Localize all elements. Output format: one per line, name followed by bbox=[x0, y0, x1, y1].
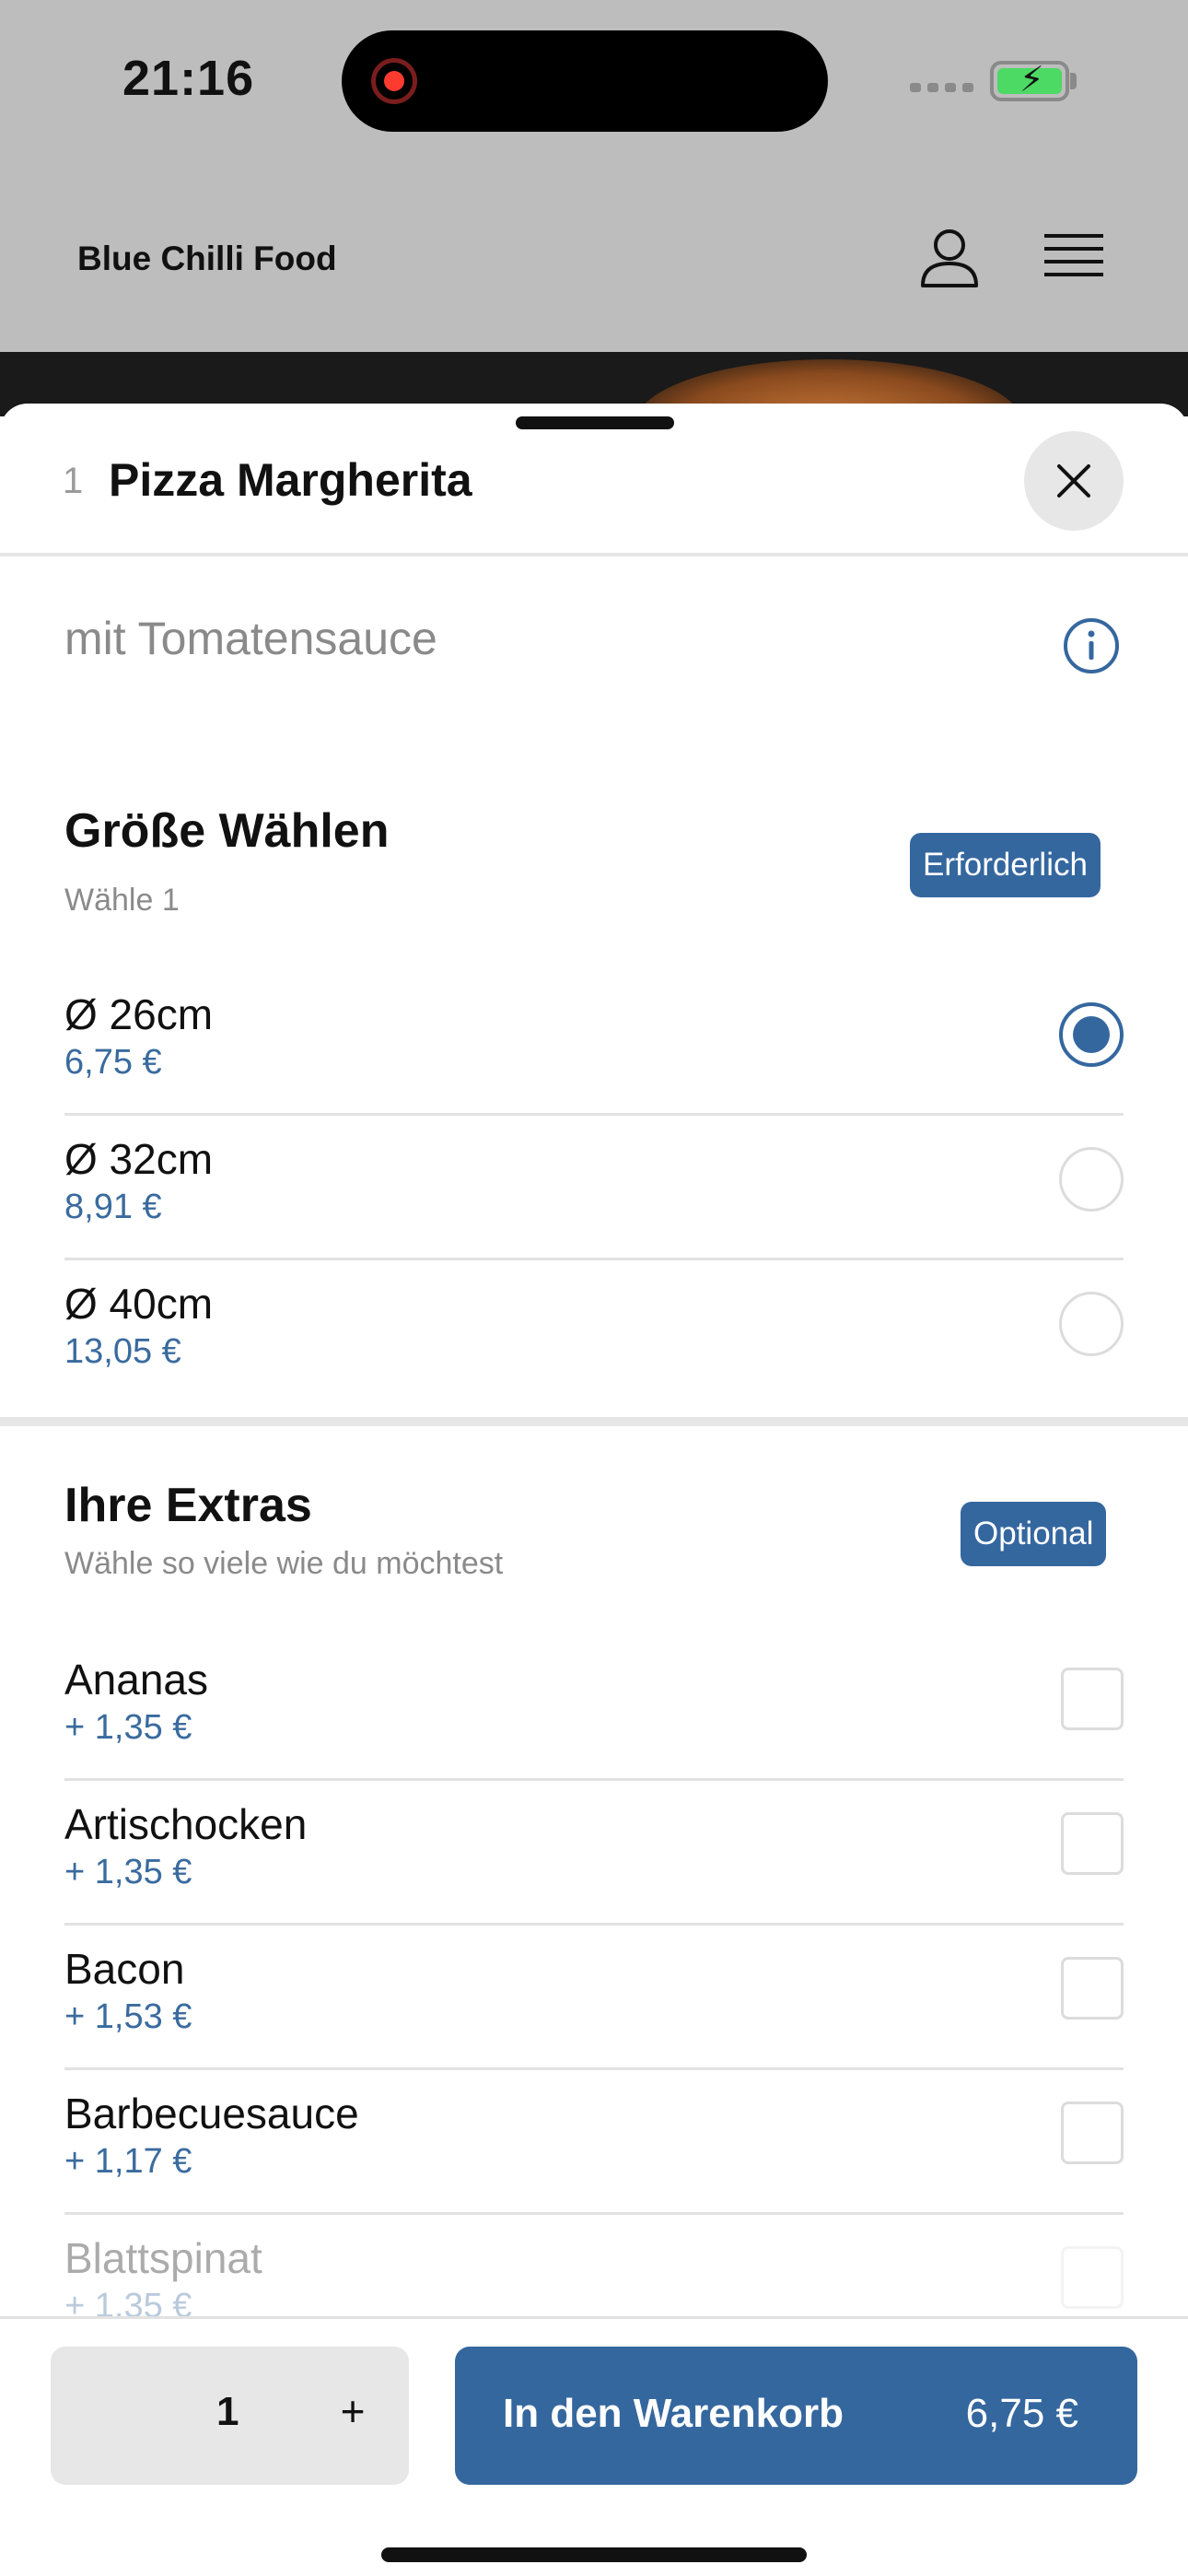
background-app: 21:16 ⚡ Blue Chilli Food bbox=[0, 0, 1188, 405]
extra-option-price: + 1,35 € bbox=[64, 1708, 192, 1747]
bottom-action-bar: 1 + In den Warenkorb 6,75 € bbox=[0, 2316, 1188, 2576]
dynamic-island bbox=[342, 30, 828, 132]
app-title: Blue Chilli Food bbox=[77, 240, 337, 277]
extras-section-title: Ihre Extras bbox=[64, 1479, 312, 1532]
size-option-price: 6,75 € bbox=[64, 1043, 162, 1082]
item-description: mit Tomatensauce bbox=[64, 613, 437, 664]
product-sheet: 1 Pizza Margherita mit Tomatensauce Größ… bbox=[0, 404, 1188, 2576]
close-icon bbox=[1057, 464, 1090, 498]
home-indicator bbox=[381, 2547, 807, 2562]
size-option-40[interactable]: Ø 40cm 13,05 € bbox=[64, 1260, 1124, 1405]
extra-option-name: Ananas bbox=[64, 1656, 209, 1704]
user-icon[interactable] bbox=[917, 225, 982, 289]
size-section-subtitle: Wähle 1 bbox=[64, 883, 180, 918]
size-radio[interactable] bbox=[1059, 1292, 1124, 1356]
add-to-cart-price: 6,75 € bbox=[965, 2391, 1078, 2436]
extras-section-subtitle: Wähle so viele wie du möchtest bbox=[64, 1546, 504, 1581]
extra-option-artischocken[interactable]: Artischocken + 1,35 € bbox=[64, 1781, 1124, 1926]
item-title: Pizza Margherita bbox=[109, 454, 472, 506]
extra-checkbox[interactable] bbox=[1061, 2102, 1124, 2164]
optional-badge: Optional bbox=[961, 1502, 1107, 1566]
extra-option-bacon[interactable]: Bacon + 1,53 € bbox=[64, 1926, 1124, 2070]
required-badge: Erforderlich bbox=[910, 833, 1101, 897]
info-icon[interactable] bbox=[1063, 617, 1120, 674]
add-to-cart-label: In den Warenkorb bbox=[503, 2391, 844, 2436]
size-radio-selected[interactable] bbox=[1059, 1002, 1124, 1067]
quantity-stepper[interactable]: 1 + bbox=[51, 2347, 409, 2485]
extra-option-barbecuesauce[interactable]: Barbecuesauce + 1,17 € bbox=[64, 2070, 1124, 2215]
size-section-title: Größe Wählen bbox=[64, 804, 390, 858]
extra-checkbox[interactable] bbox=[1061, 1668, 1124, 1730]
extra-checkbox[interactable] bbox=[1061, 1957, 1124, 2020]
sheet-header: 1 Pizza Margherita bbox=[0, 404, 1188, 556]
extra-option-price: + 1,35 € bbox=[64, 1853, 192, 1891]
size-option-name: Ø 40cm bbox=[64, 1280, 214, 1328]
battery-icon: ⚡ bbox=[990, 61, 1069, 101]
extra-option-name: Bacon bbox=[64, 1945, 185, 1993]
extra-option-name: Artischocken bbox=[64, 1800, 308, 1848]
size-option-name: Ø 32cm bbox=[64, 1135, 214, 1183]
signal-icon bbox=[910, 83, 973, 92]
status-time: 21:16 bbox=[122, 51, 255, 106]
section-divider bbox=[0, 1417, 1188, 1426]
size-option-32[interactable]: Ø 32cm 8,91 € bbox=[64, 1116, 1124, 1260]
menu-icon[interactable] bbox=[1044, 230, 1103, 284]
extra-option-price: + 1,17 € bbox=[64, 2142, 192, 2181]
extra-option-name: Barbecuesauce bbox=[64, 2090, 359, 2137]
close-button[interactable] bbox=[1024, 431, 1124, 531]
extra-checkbox[interactable] bbox=[1061, 1812, 1124, 1875]
add-to-cart-button[interactable]: In den Warenkorb 6,75 € bbox=[455, 2347, 1137, 2485]
extra-option-ananas[interactable]: Ananas + 1,35 € bbox=[64, 1636, 1124, 1781]
size-option-26[interactable]: Ø 26cm 6,75 € bbox=[64, 971, 1124, 1116]
extra-option-price: + 1,53 € bbox=[64, 1997, 192, 2036]
item-number: 1 bbox=[63, 461, 84, 501]
size-radio[interactable] bbox=[1059, 1147, 1124, 1212]
extra-option-name: Blattspinat bbox=[64, 2234, 262, 2282]
quantity-plus-button[interactable]: + bbox=[325, 2383, 380, 2439]
recording-indicator-icon bbox=[371, 58, 417, 104]
size-option-price: 13,05 € bbox=[64, 1332, 181, 1371]
size-option-name: Ø 26cm bbox=[64, 990, 214, 1038]
quantity-value: 1 bbox=[216, 2389, 239, 2434]
extra-checkbox[interactable] bbox=[1061, 2246, 1124, 2309]
size-option-price: 8,91 € bbox=[64, 1188, 162, 1226]
